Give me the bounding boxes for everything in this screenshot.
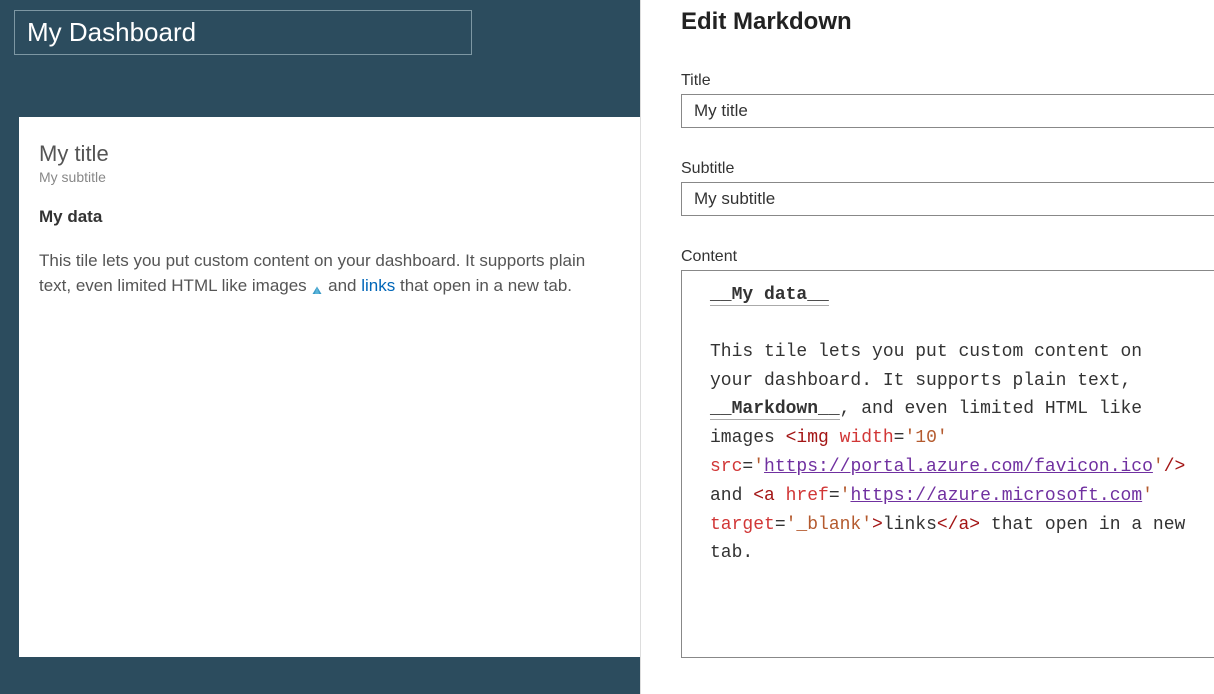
dashboard-title-input[interactable]: My Dashboard [14,10,472,55]
a-href-q2: ' [1142,486,1153,506]
title-label: Title [681,72,1214,90]
img-tag-open: <img [786,428,829,448]
a-href-url: https://azure.microsoft.com [850,486,1142,506]
panel-heading: Edit Markdown [681,8,1214,36]
tile-body-suffix: that open in a new tab. [395,276,572,295]
markdown-tile[interactable]: My title My subtitle My data This tile l… [19,117,640,657]
a-tag-open: <a [753,486,775,506]
img-src-q2: ' [1153,457,1164,477]
md-underscore-close: __ [807,285,829,305]
azure-icon [311,280,323,292]
a-href-q1: ' [840,486,851,506]
edit-markdown-panel: Edit Markdown Title Subtitle Content __M… [640,0,1214,694]
md-bold-text: Markdown [732,399,818,419]
md-and: and [710,486,753,506]
content-editor[interactable]: __My data__ This tile lets you put custo… [681,270,1214,658]
a-target-val: '_blank' [786,515,872,535]
tile-subtitle: My subtitle [39,169,620,185]
content-label: Content [681,248,1214,266]
md-bold-close: __ [818,399,840,419]
subtitle-input[interactable] [681,182,1214,216]
img-src-q1: ' [753,457,764,477]
img-src-attr: src [710,457,742,477]
img-width-val: '10' [904,428,947,448]
img-src-eq: = [742,457,753,477]
a-gt: > [872,515,883,535]
title-input[interactable] [681,94,1214,128]
dashboard-canvas: My Dashboard My title My subtitle My dat… [0,0,640,694]
a-target-eq: = [775,515,786,535]
tile-body-mid: and [323,276,361,295]
a-href-eq: = [829,486,840,506]
img-eq: = [894,428,905,448]
a-inner-text: links [883,515,937,535]
tile-link[interactable]: links [361,276,395,295]
md-heading-text: My data [732,285,808,305]
md-para-prefix: This tile lets you put custom content on… [710,342,1142,391]
tile-body: This tile lets you put custom content on… [39,249,620,298]
a-target-attr: target [710,515,775,535]
tile-data-heading: My data [39,207,620,227]
img-tag-close: /> [1164,457,1186,477]
a-close-tag: </a> [937,515,980,535]
md-bold-open: __ [710,399,732,419]
tile-title: My title [39,141,620,167]
subtitle-label: Subtitle [681,160,1214,178]
img-src-url: https://portal.azure.com/favicon.ico [764,457,1153,477]
a-href-attr: href [786,486,829,506]
img-width-attr: width [829,428,894,448]
md-underscore-open: __ [710,285,732,305]
